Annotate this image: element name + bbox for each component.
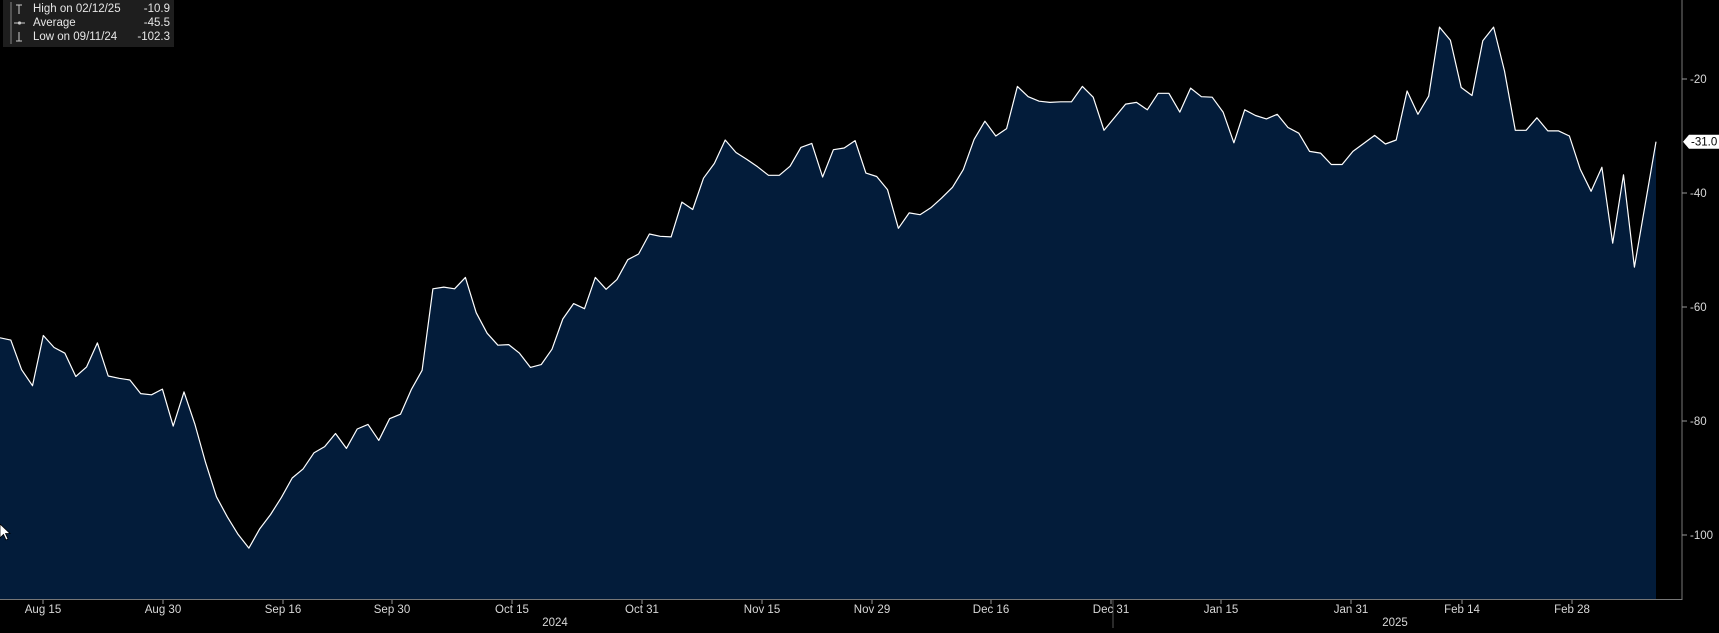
legend-low-label: Low on 09/11/24: [33, 31, 118, 43]
x-tick-label: Dec 31: [1093, 604, 1129, 616]
x-tick-label: Oct 15: [495, 604, 529, 616]
average-marker-icon: [10, 16, 25, 30]
series-area-fill: [0, 27, 1656, 600]
y-tick-label: -80: [1690, 416, 1707, 428]
legend-average: Average -45.5: [3, 16, 174, 30]
last-value-label: -31.0: [1691, 137, 1717, 149]
legend-average-value: -45.5: [143, 17, 170, 29]
legend-low-value: -102.3: [137, 31, 170, 43]
y-tick-label: -20: [1690, 74, 1707, 86]
x-tick-label: Aug 30: [145, 604, 181, 616]
low-marker-icon: [10, 30, 22, 44]
x-tick-label: Nov 29: [854, 604, 890, 616]
legend-high-value: -10.9: [143, 3, 170, 15]
area-chart: -20 -40 -60 -80 -100 -31.0 Aug 15 Aug 30 Sep 16 S…: [0, 0, 1719, 629]
y-tick-label: -60: [1690, 302, 1707, 314]
legend-high-label: High on 02/12/25: [33, 3, 121, 15]
chart-svg: -20 -40 -60 -80 -100 -31.0 Aug 15 Aug 30 Sep 16 S…: [0, 0, 1719, 629]
x-year-label: 2025: [1382, 617, 1408, 628]
legend-high: High on 02/12/25 -10.9: [3, 2, 174, 16]
x-tick-label: Feb 28: [1554, 604, 1590, 616]
x-tick-label: Oct 31: [625, 604, 659, 616]
x-tick-label: Sep 30: [374, 604, 410, 616]
x-tick-label: Jan 31: [1334, 604, 1369, 616]
x-tick-label: Jan 15: [1204, 604, 1239, 616]
plot-area: [0, 26, 1657, 600]
x-tick-label: Feb 14: [1444, 604, 1480, 616]
y-tick-label: -40: [1690, 188, 1707, 200]
x-tick-label: Nov 15: [744, 604, 780, 616]
x-tick-label: Sep 16: [265, 604, 301, 616]
legend-low: Low on 09/11/24 -102.3: [3, 30, 174, 44]
x-tick-label: Dec 16: [973, 604, 1009, 616]
y-tick-label: -100: [1690, 530, 1713, 542]
legend: High on 02/12/25 -10.9 Average -45.5 Low…: [3, 0, 174, 47]
x-year-label: 2024: [542, 617, 568, 628]
legend-average-label: Average: [33, 17, 76, 29]
x-tick-label: Aug 15: [25, 604, 61, 616]
high-marker-icon: [10, 2, 22, 16]
mouse-cursor-icon: [0, 524, 12, 541]
